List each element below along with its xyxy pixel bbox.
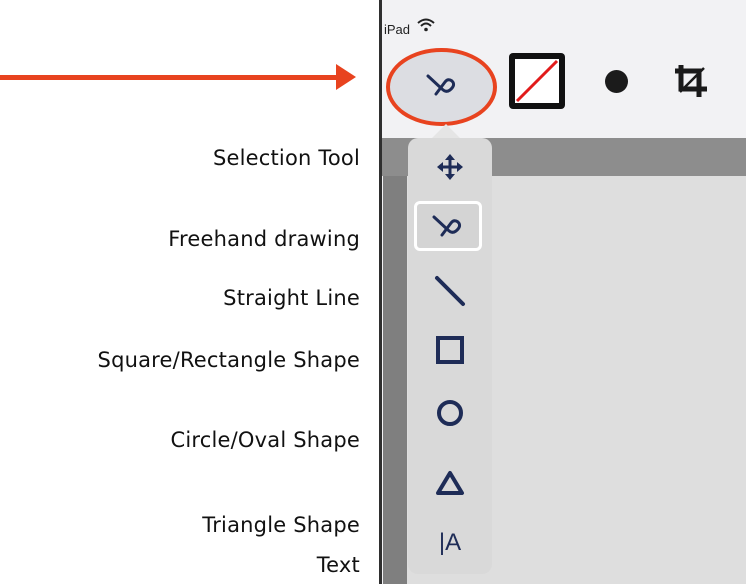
no-fill-slash-icon [515, 59, 559, 103]
square-icon [436, 336, 464, 364]
circle-icon [437, 400, 463, 426]
oval-tool[interactable] [420, 388, 480, 438]
diagonal-line-icon [435, 276, 465, 306]
label-triangle: Triangle Shape [202, 513, 360, 537]
tool-menu-pointer [432, 124, 460, 138]
text-tool[interactable]: |A [420, 518, 480, 568]
color-swatch-button[interactable] [509, 53, 565, 109]
label-selection-tool: Selection Tool [212, 146, 360, 170]
freehand-tool-button[interactable] [386, 48, 497, 126]
label-text: Text [316, 553, 360, 577]
label-freehand: Freehand drawing [168, 227, 360, 251]
squiggle-icon [425, 73, 459, 101]
label-circle: Circle/Oval Shape [170, 428, 360, 452]
label-square: Square/Rectangle Shape [97, 348, 360, 372]
triangle-tool[interactable] [420, 458, 480, 508]
squiggle-icon [432, 215, 462, 237]
triangle-icon [436, 471, 464, 495]
wifi-icon [416, 18, 438, 34]
straight-line-tool[interactable] [420, 266, 480, 316]
selection-tool[interactable] [420, 142, 480, 192]
move-arrows-icon [437, 154, 463, 180]
rectangle-tool[interactable] [420, 325, 480, 375]
pointer-arrow-shaft [0, 75, 338, 80]
crop-icon [675, 65, 707, 97]
label-straight-line: Straight Line [223, 286, 360, 310]
crop-button[interactable] [672, 62, 710, 100]
text-cursor-icon: |A [438, 529, 462, 556]
brush-size-button[interactable] [605, 70, 628, 93]
canvas-left-gutter [383, 176, 407, 584]
status-device-label: iPad [384, 22, 411, 37]
pointer-arrow-head [336, 64, 356, 90]
freehand-tool[interactable] [414, 201, 482, 251]
